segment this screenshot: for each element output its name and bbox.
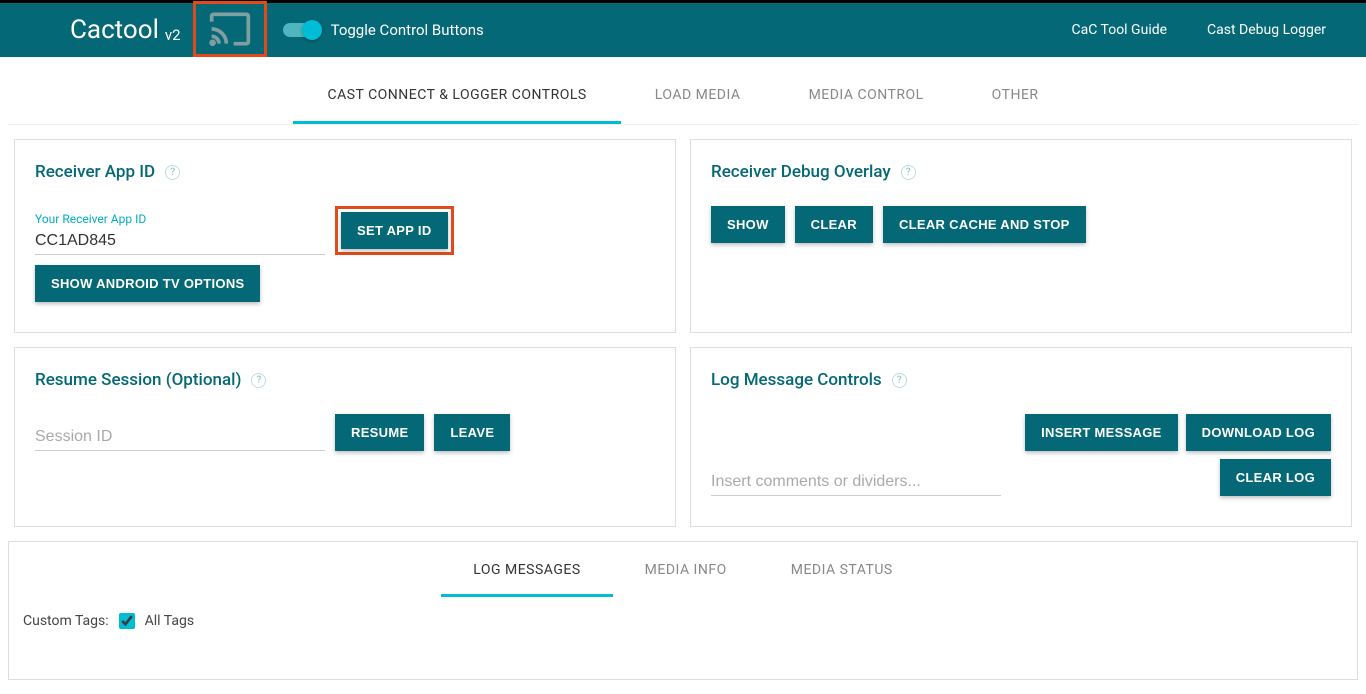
card-title-text: Resume Session (Optional) (35, 370, 241, 390)
card-title: Log Message Controls ? (711, 370, 1331, 390)
tab-media-info[interactable]: MEDIA INFO (613, 542, 759, 597)
tab-media-control[interactable]: MEDIA CONTROL (775, 65, 958, 124)
leave-button[interactable]: LEAVE (434, 414, 510, 451)
cards-grid: Receiver App ID ? Your Receiver App ID S… (0, 125, 1366, 533)
set-app-id-highlight: SET APP ID (335, 206, 454, 255)
cac-tool-guide-link[interactable]: CaC Tool Guide (1072, 22, 1168, 38)
field-label: Your Receiver App ID (35, 212, 325, 226)
toggle-label: Toggle Control Buttons (331, 21, 484, 39)
toggle-control-buttons[interactable]: Toggle Control Buttons (283, 21, 484, 39)
cast-icon[interactable] (204, 7, 256, 51)
app-header: Cactool v2 Toggle Control Buttons CaC To… (0, 3, 1366, 57)
main-tabs: CAST CONNECT & LOGGER CONTROLS LOAD MEDI… (8, 65, 1358, 125)
card-title: Receiver Debug Overlay ? (711, 162, 1331, 182)
download-log-button[interactable]: DOWNLOAD LOG (1186, 414, 1331, 451)
resume-button[interactable]: RESUME (335, 414, 424, 451)
help-icon[interactable]: ? (892, 373, 907, 388)
tab-log-messages[interactable]: LOG MESSAGES (441, 542, 612, 597)
log-message-controls-card: Log Message Controls ? INSERT MESSAGE DO… (690, 347, 1352, 527)
resume-session-card: Resume Session (Optional) ? RESUME LEAVE (14, 347, 676, 527)
card-title: Receiver App ID ? (35, 162, 655, 182)
log-buttons-group: INSERT MESSAGE DOWNLOAD LOG CLEAR LOG (1021, 414, 1331, 496)
toggle-track (283, 23, 319, 37)
log-panel: LOG MESSAGES MEDIA INFO MEDIA STATUS Cus… (8, 541, 1358, 680)
tab-load-media[interactable]: LOAD MEDIA (621, 65, 775, 124)
app-title: Cactool (70, 15, 159, 45)
toggle-thumb (302, 20, 322, 40)
cast-icon-highlight (193, 1, 267, 57)
card-title-text: Receiver App ID (35, 162, 155, 182)
tab-other[interactable]: OTHER (958, 65, 1073, 124)
app-version: v2 (165, 26, 181, 44)
set-app-id-button[interactable]: SET APP ID (341, 212, 448, 249)
receiver-app-id-card: Receiver App ID ? Your Receiver App ID S… (14, 139, 676, 333)
show-android-tv-options-button[interactable]: SHOW ANDROID TV OPTIONS (35, 265, 260, 302)
card-title-text: Receiver Debug Overlay (711, 162, 891, 182)
receiver-app-id-field: Your Receiver App ID (35, 212, 325, 255)
cast-debug-logger-link[interactable]: Cast Debug Logger (1207, 22, 1326, 38)
card-title: Resume Session (Optional) ? (35, 370, 655, 390)
help-icon[interactable]: ? (165, 165, 180, 180)
clear-cache-and-stop-button[interactable]: CLEAR CACHE AND STOP (883, 206, 1086, 243)
custom-tags-label: Custom Tags: (23, 613, 109, 629)
insert-message-button[interactable]: INSERT MESSAGE (1025, 414, 1178, 451)
show-button[interactable]: SHOW (711, 206, 785, 243)
help-icon[interactable]: ? (251, 373, 266, 388)
tab-cast-connect[interactable]: CAST CONNECT & LOGGER CONTROLS (293, 65, 620, 124)
custom-tags-row: Custom Tags: All Tags (9, 597, 1357, 629)
receiver-debug-overlay-card: Receiver Debug Overlay ? SHOW CLEAR CLEA… (690, 139, 1352, 333)
clear-button[interactable]: CLEAR (795, 206, 873, 243)
card-title-text: Log Message Controls (711, 370, 882, 390)
clear-log-button[interactable]: CLEAR LOG (1220, 459, 1331, 496)
receiver-app-id-input[interactable] (35, 228, 325, 255)
all-tags-checkbox[interactable] (119, 613, 135, 629)
all-tags-label: All Tags (145, 613, 194, 629)
session-id-input[interactable] (35, 424, 325, 451)
help-icon[interactable]: ? (901, 165, 916, 180)
log-tabs: LOG MESSAGES MEDIA INFO MEDIA STATUS (9, 542, 1357, 597)
log-comment-input[interactable] (711, 469, 1001, 496)
tab-media-status[interactable]: MEDIA STATUS (759, 542, 925, 597)
